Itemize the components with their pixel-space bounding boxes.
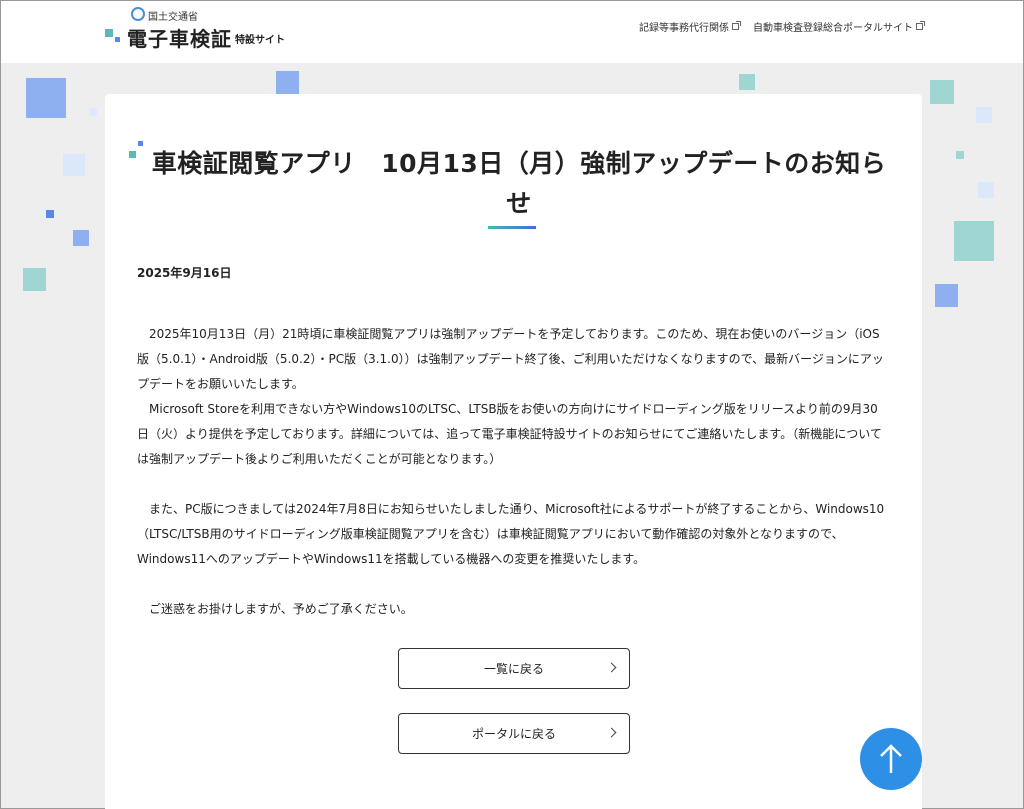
external-link-icon [732, 21, 741, 30]
back-to-portal-button[interactable]: ポータルに戻る [398, 713, 630, 754]
header-link-portal-site[interactable]: 自動車検査登録総合ポータルサイト [753, 19, 925, 34]
article-date: 2025年9月16日 [137, 266, 232, 280]
site-header: 国土交通省 電子車検証 特設サイト 記録等事務代行関係 自動車検査登録総合ポータ… [1, 1, 1023, 63]
back-to-list-label: 一覧に戻る [483, 662, 544, 676]
deco-square [276, 71, 299, 94]
deco-square [63, 154, 85, 176]
deco-square [26, 78, 66, 118]
ministry-emblem-icon [131, 7, 145, 21]
header-link-label: 記録等事務代行関係 [639, 23, 729, 34]
article-title-wrap: 車検証閲覧アプリ 10月13日（月）強制アップデートのお知らせ [149, 144, 889, 224]
deco-square [46, 210, 54, 218]
page-title: 車検証閲覧アプリ 10月13日（月）強制アップデートのお知らせ [151, 149, 887, 218]
title-mark-blue [138, 141, 143, 146]
title-underline [488, 226, 536, 229]
deco-square [73, 230, 89, 246]
back-to-list-button[interactable]: 一覧に戻る [398, 648, 630, 689]
article-paragraph: Microsoft Storeを利用できない方やWindows10のLTSC、L… [137, 402, 882, 466]
site-name: 電子車検証 [127, 27, 232, 51]
title-mark-teal [129, 151, 136, 158]
chevron-right-icon [606, 727, 617, 738]
site-logo[interactable]: 国土交通省 電子車検証 特設サイト [105, 7, 305, 51]
logo-square-teal [105, 29, 113, 37]
header-link-records-agency[interactable]: 記録等事務代行関係 [639, 19, 741, 34]
article-paragraph: また、PC版につきましては2024年7月8日にお知らせいたしました通り、Micr… [137, 502, 885, 566]
deco-square [954, 221, 994, 261]
article-card: 車検証閲覧アプリ 10月13日（月）強制アップデートのお知らせ 2025年9月1… [105, 94, 922, 809]
deco-square [956, 151, 964, 159]
deco-square [23, 268, 46, 291]
article-body: 2025年10月13日（月）21時頃に車検証閲覧アプリは強制アップデートを予定し… [137, 322, 889, 622]
ministry-name: 国土交通省 [148, 12, 198, 23]
deco-square [935, 284, 958, 307]
external-link-icon [916, 21, 925, 30]
deco-square [976, 107, 992, 123]
site-subtitle: 特設サイト [235, 35, 285, 46]
header-link-label: 自動車検査登録総合ポータルサイト [753, 23, 913, 34]
deco-square [89, 108, 97, 116]
deco-square [930, 80, 954, 104]
deco-square [978, 182, 994, 198]
article-paragraph: 2025年10月13日（月）21時頃に車検証閲覧アプリは強制アップデートを予定し… [137, 327, 884, 391]
logo-square-blue [115, 37, 120, 42]
article-paragraph: ご迷惑をお掛けしますが、予めご了承ください。 [137, 602, 413, 616]
chevron-right-icon [606, 662, 617, 673]
header-links: 記録等事務代行関係 自動車検査登録総合ポータルサイト [639, 19, 925, 34]
back-to-portal-label: ポータルに戻る [471, 727, 556, 741]
arrow-up-icon [880, 744, 902, 773]
deco-square [739, 74, 755, 90]
scroll-to-top-button[interactable] [860, 728, 922, 790]
